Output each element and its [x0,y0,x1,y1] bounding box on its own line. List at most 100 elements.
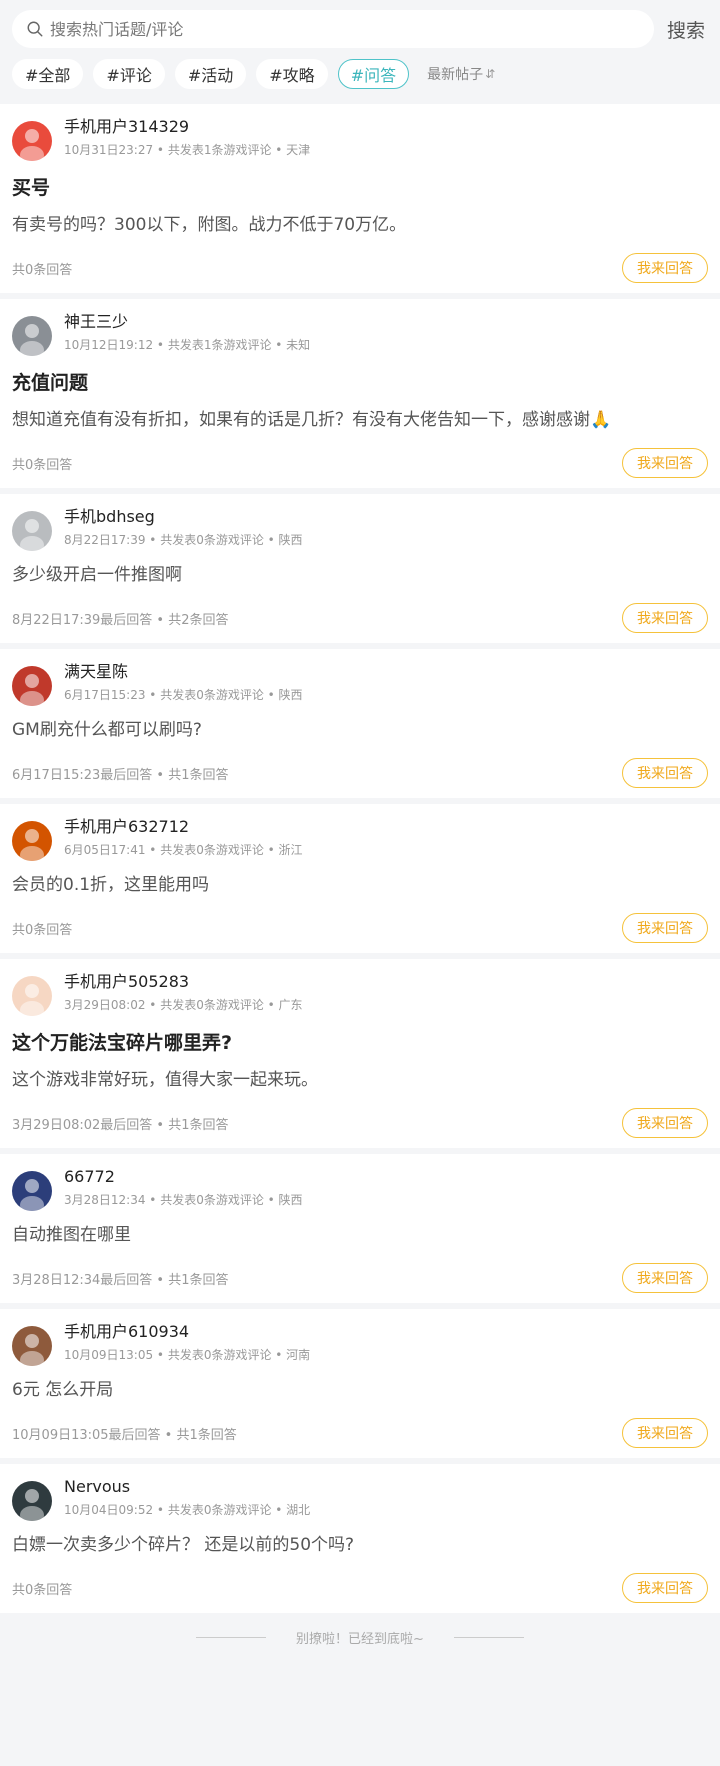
avatar-icon [12,316,52,356]
avatar-icon [12,821,52,861]
post-card[interactable]: 66772 3月28日12:34 • 共发表0条游戏评论 • 陕西自动推图在哪里 3… [0,1154,720,1303]
user-avatar[interactable] [12,316,52,356]
sort-label: 最新帖子 [427,67,484,83]
post-card[interactable]: Nervous 10月04日09:52 • 共发表0条游戏评论 • 湖北白嫖一次卖… [0,1464,720,1613]
post-header: 手机用户314329 10月31日23:27 • 共发表1条游戏评论 • 天津 [12,116,708,161]
post-content[interactable]: 6元 怎么开局 [12,1378,708,1402]
username[interactable]: 手机用户505283 [64,971,303,993]
username[interactable]: 66772 [64,1166,303,1188]
user-info: 手机bdhseg 8月22日17:39 • 共发表0条游戏评论 • 陕西 [64,506,303,548]
search-box[interactable] [12,10,654,48]
post-card[interactable]: 神王三少 10月12日19:12 • 共发表1条游戏评论 • 未知充值问题想知道充… [0,299,720,488]
username[interactable]: Nervous [64,1476,310,1498]
answer-button[interactable]: 我来回答 [622,448,708,478]
sort-icon: ⇵ [485,67,496,81]
post-footer: 6月17日15:23最后回答 • 共1条回答 我来回答 [12,758,708,788]
search-input[interactable] [50,19,654,39]
search-icon [27,21,43,37]
answer-stats: 共0条回答 [12,262,73,278]
post-content[interactable]: 会员的0.1折，这里能用吗 [12,873,708,897]
answer-button[interactable]: 我来回答 [622,1573,708,1603]
avatar-icon [12,1326,52,1366]
username[interactable]: 满天星陈 [64,661,303,683]
list-end-footer: 别撩啦！已经到底啦~ [0,1615,720,1659]
post-title[interactable]: 买号 [12,175,708,201]
post-header: Nervous 10月04日09:52 • 共发表0条游戏评论 • 湖北 [12,1476,708,1521]
post-title[interactable]: 充值问题 [12,370,708,396]
avatar-icon [12,511,52,551]
post-header: 手机用户632712 6月05日17:41 • 共发表0条游戏评论 • 浙江 [12,816,708,861]
tag-guides[interactable]: #攻略 [256,59,328,89]
tag-all[interactable]: #全部 [12,59,84,89]
post-meta: 10月31日23:27 • 共发表1条游戏评论 • 天津 [64,143,311,157]
username[interactable]: 手机用户314329 [64,116,310,138]
user-avatar[interactable] [12,1481,52,1521]
answer-button[interactable]: 我来回答 [622,603,708,633]
user-info: 手机用户610934 10月09日13:05 • 共发表0条游戏评论 • 河南 [64,1321,310,1363]
post-card[interactable]: 手机bdhseg 8月22日17:39 • 共发表0条游戏评论 • 陕西多少级开启… [0,494,720,643]
post-card[interactable]: 满天星陈 6月17日15:23 • 共发表0条游戏评论 • 陕西 GM刷充什么都可以… [0,649,720,798]
search-row: 搜索 [12,10,708,48]
answer-button[interactable]: 我来回答 [622,758,708,788]
post-content[interactable]: 自动推图在哪里 [12,1223,708,1247]
tag-events[interactable]: #活动 [174,59,247,89]
user-avatar[interactable] [12,666,52,706]
answer-button[interactable]: 我来回答 [622,1108,708,1138]
tag-qa[interactable]: #问答 [337,59,410,89]
post-content[interactable]: 这个游戏非常好玩，值得大家一起来玩。 [12,1068,708,1092]
sort-dropdown[interactable]: 最新帖子 ⇵ [427,64,495,84]
user-info: 神王三少 10月12日19:12 • 共发表1条游戏评论 • 未知 [64,311,310,353]
username[interactable]: 手机用户610934 [64,1321,310,1343]
post-footer: 8月22日17:39最后回答 • 共2条回答 我来回答 [12,603,708,633]
post-meta: 3月28日12:34 • 共发表0条游戏评论 • 陕西 [64,1193,303,1207]
post-title[interactable]: 这个万能法宝碎片哪里弄? [12,1030,708,1056]
post-card[interactable]: 手机用户505283 3月29日08:02 • 共发表0条游戏评论 • 广东这个万… [0,959,720,1148]
answer-button[interactable]: 我来回答 [622,253,708,283]
username[interactable]: 手机bdhseg [64,506,303,528]
answer-stats: 3月29日08:02最后回答 • 共1条回答 [12,1117,229,1133]
post-footer: 3月28日12:34最后回答 • 共1条回答 我来回答 [12,1263,708,1293]
post-content[interactable]: 多少级开启一件推图啊 [12,563,708,587]
post-header: 66772 3月28日12:34 • 共发表0条游戏评论 • 陕西 [12,1166,708,1211]
post-content[interactable]: GM刷充什么都可以刷吗? [12,718,708,742]
answer-button[interactable]: 我来回答 [622,1263,708,1293]
user-info: 66772 3月28日12:34 • 共发表0条游戏评论 • 陕西 [64,1166,303,1208]
username[interactable]: 神王三少 [64,311,310,333]
post-footer: 3月29日08:02最后回答 • 共1条回答 我来回答 [12,1108,708,1138]
post-list: 手机用户314329 10月31日23:27 • 共发表1条游戏评论 • 天津买号… [0,104,720,1613]
answer-stats: 8月22日17:39最后回答 • 共2条回答 [12,612,229,628]
post-card[interactable]: 手机用户610934 10月09日13:05 • 共发表0条游戏评论 • 河南 6元… [0,1309,720,1458]
avatar-icon [12,976,52,1016]
user-avatar[interactable] [12,121,52,161]
username[interactable]: 手机用户632712 [64,816,303,838]
post-header: 手机bdhseg 8月22日17:39 • 共发表0条游戏评论 • 陕西 [12,506,708,551]
post-header: 神王三少 10月12日19:12 • 共发表1条游戏评论 • 未知 [12,311,708,356]
answer-stats: 10月09日13:05最后回答 • 共1条回答 [12,1427,237,1443]
user-avatar[interactable] [12,511,52,551]
post-content[interactable]: 白嫖一次卖多少个碎片？ 还是以前的50个吗? [12,1533,708,1557]
avatar-icon [12,1171,52,1211]
post-meta: 3月29日08:02 • 共发表0条游戏评论 • 广东 [64,998,303,1012]
avatar-icon [12,121,52,161]
answer-button[interactable]: 我来回答 [622,1418,708,1448]
post-header: 手机用户505283 3月29日08:02 • 共发表0条游戏评论 • 广东 [12,971,708,1016]
tag-filter-row: #全部 #评论 #活动 #攻略 #问答 最新帖子 ⇵ [12,58,708,90]
tag-comments[interactable]: #评论 [93,59,165,89]
avatar-icon [12,666,52,706]
post-header: 手机用户610934 10月09日13:05 • 共发表0条游戏评论 • 河南 [12,1321,708,1366]
list-end-text: 别撩啦！已经到底啦~ [296,1631,424,1647]
search-button[interactable]: 搜索 [664,16,708,43]
user-avatar[interactable] [12,1171,52,1211]
user-avatar[interactable] [12,1326,52,1366]
post-card[interactable]: 手机用户632712 6月05日17:41 • 共发表0条游戏评论 • 浙江会员的… [0,804,720,953]
user-avatar[interactable] [12,821,52,861]
answer-button[interactable]: 我来回答 [622,913,708,943]
post-footer: 共0条回答 我来回答 [12,913,708,943]
avatar-icon [12,1481,52,1521]
post-content[interactable]: 有卖号的吗？300以下，附图。战力不低于70万亿。 [12,213,708,237]
post-card[interactable]: 手机用户314329 10月31日23:27 • 共发表1条游戏评论 • 天津买号… [0,104,720,293]
answer-stats: 3月28日12:34最后回答 • 共1条回答 [12,1272,229,1288]
post-content[interactable]: 想知道充值有没有折扣，如果有的话是几折？有没有大佬告知一下，感谢感谢🙏 [12,408,708,432]
answer-stats: 6月17日15:23最后回答 • 共1条回答 [12,767,229,783]
user-avatar[interactable] [12,976,52,1016]
